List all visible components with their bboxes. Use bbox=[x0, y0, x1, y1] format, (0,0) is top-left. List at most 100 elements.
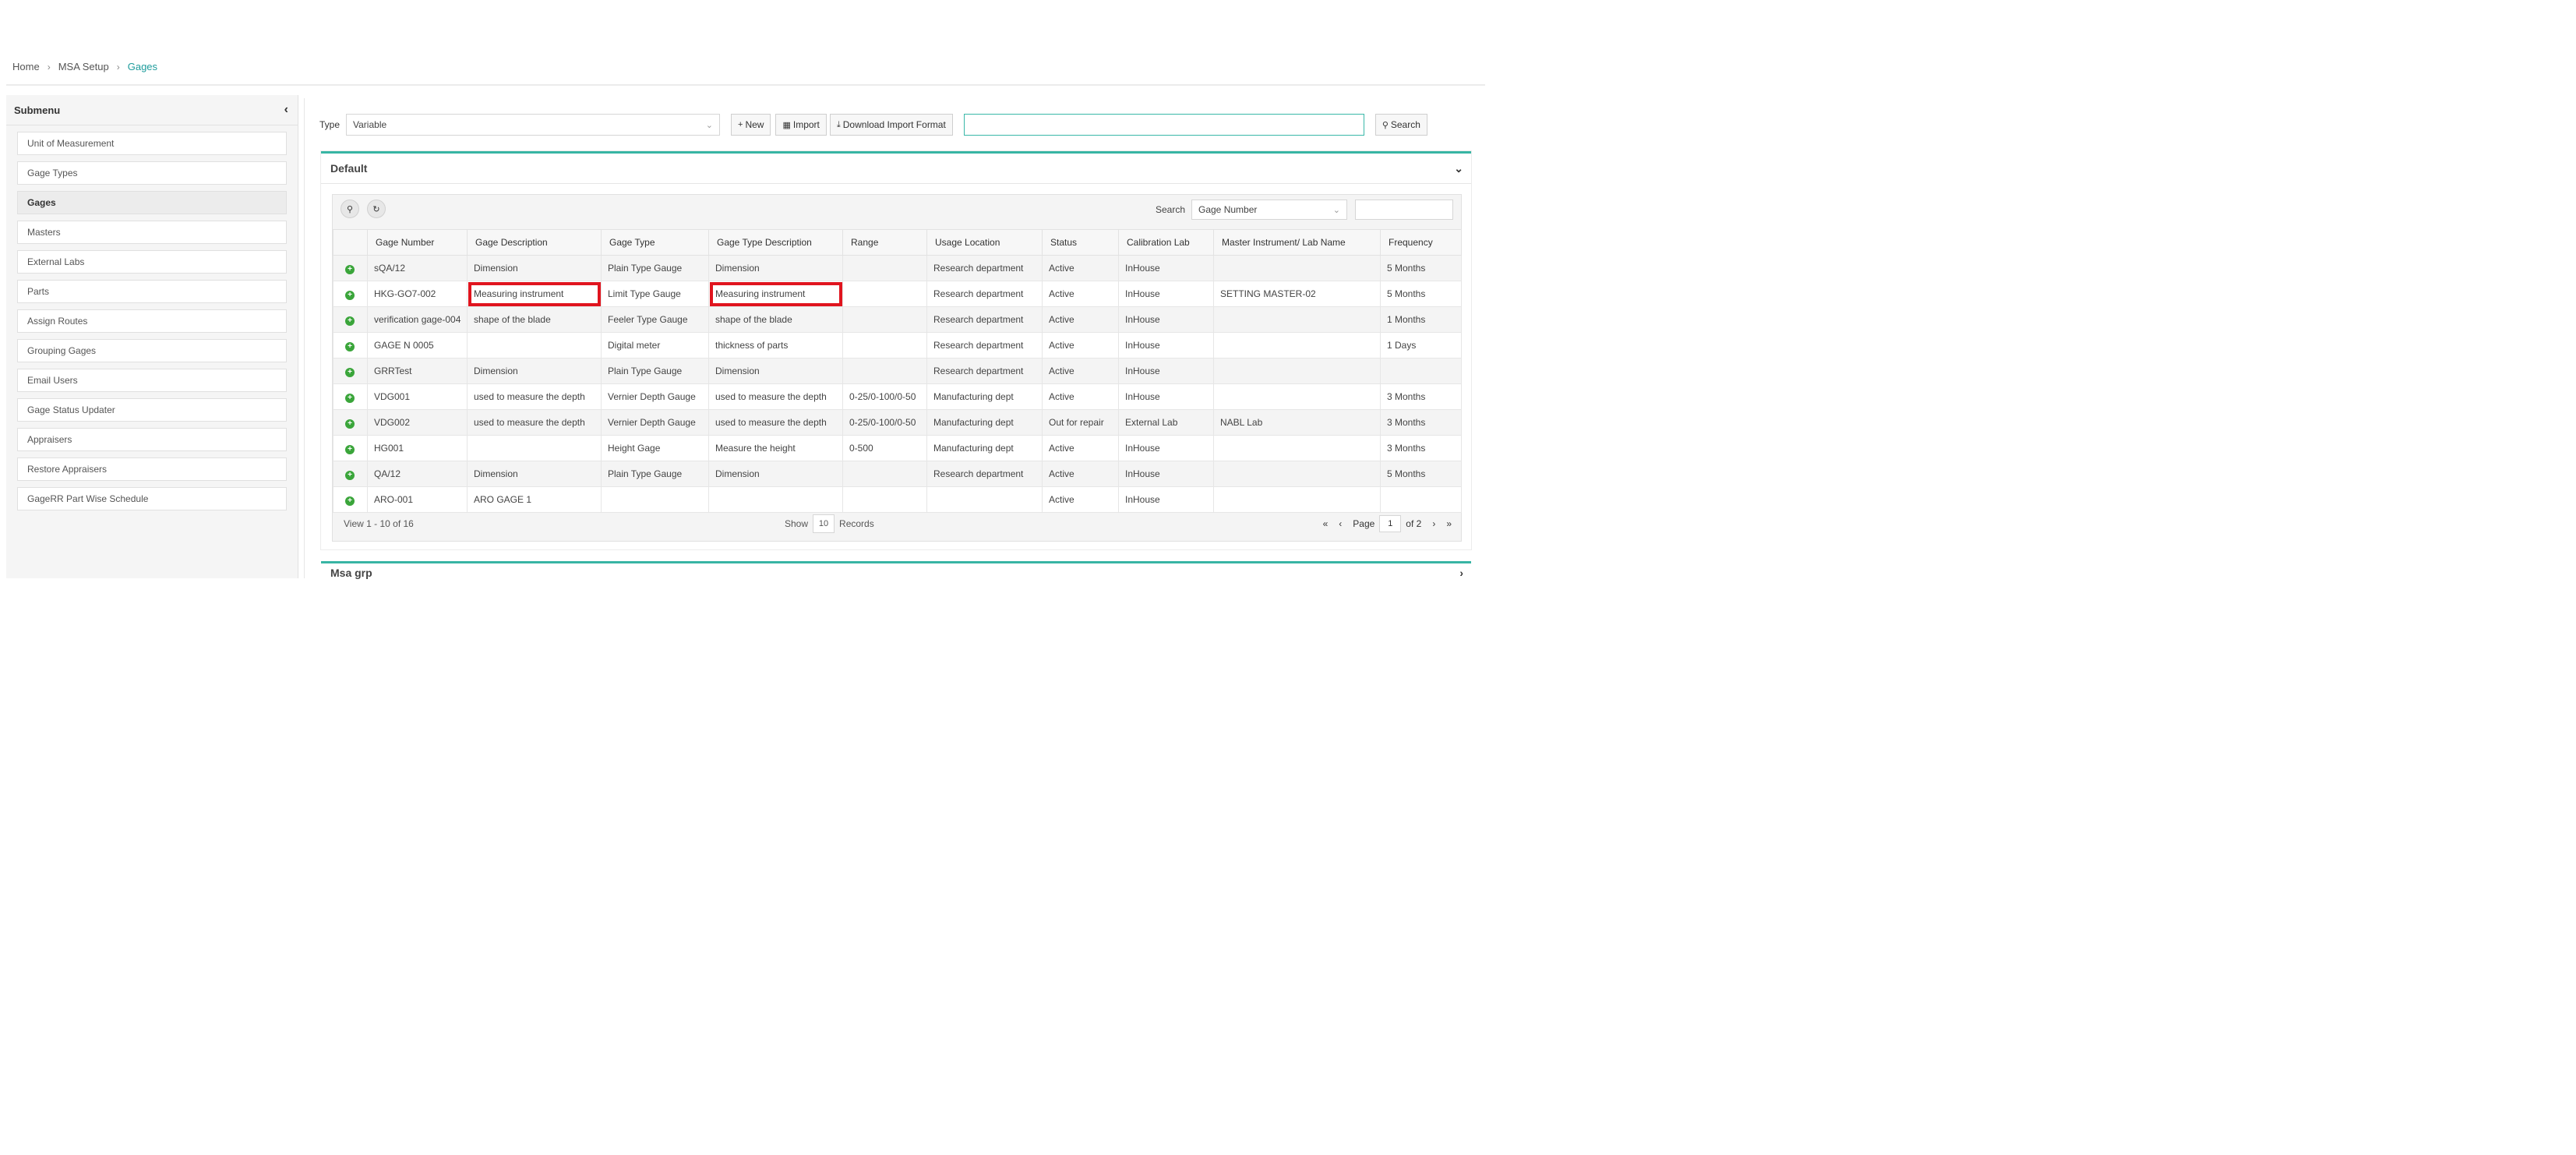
sidebar-item-masters[interactable]: Masters bbox=[17, 221, 287, 244]
sidebar-title: Submenu bbox=[14, 104, 61, 116]
add-circle-icon[interactable]: + bbox=[345, 341, 355, 351]
sidebar-item-grouping-gages[interactable]: Grouping Gages bbox=[17, 339, 287, 362]
download-import-format-button[interactable]: ⤓ Download Import Format bbox=[829, 114, 953, 136]
panel2-title: Msa grp bbox=[330, 567, 372, 579]
table-cell: Active bbox=[1042, 461, 1119, 487]
table-cell: 5 Months bbox=[1380, 255, 1462, 281]
panel2-header[interactable]: Msa grp › bbox=[321, 563, 1471, 582]
refresh-icon[interactable]: ↻ bbox=[367, 200, 386, 218]
import-button-label: Import bbox=[792, 119, 820, 130]
sidebar-item-restore-appraisers[interactable]: Restore Appraisers bbox=[17, 457, 287, 481]
table-cell: Research department bbox=[926, 306, 1043, 333]
add-circle-icon[interactable]: + bbox=[345, 470, 355, 480]
add-circle-icon[interactable]: + bbox=[345, 419, 355, 429]
gage-number-link[interactable]: VDG001 bbox=[367, 383, 468, 410]
grid-search-input[interactable] bbox=[1355, 200, 1453, 220]
table-cell: Research department bbox=[926, 358, 1043, 384]
sidebar-item-gage-status-updater[interactable]: Gage Status Updater bbox=[17, 398, 287, 422]
gage-number-link[interactable]: verification gage-004 bbox=[367, 306, 468, 333]
column-header-calibration-lab[interactable]: Calibration Lab bbox=[1118, 229, 1214, 256]
table-cell: Dimension bbox=[708, 358, 843, 384]
sidebar-item-gagerr-part-wise-schedule[interactable]: GageRR Part Wise Schedule bbox=[17, 487, 287, 510]
table-cell: Vernier Depth Gauge bbox=[601, 383, 709, 410]
table-cell: 3 Months bbox=[1380, 383, 1462, 410]
sidebar-item-gages[interactable]: Gages bbox=[17, 191, 287, 214]
grid-search-label: Search bbox=[1155, 204, 1185, 215]
table-cell bbox=[842, 358, 927, 384]
gage-number-link[interactable]: QA/12 bbox=[367, 461, 468, 487]
table-cell: Dimension bbox=[467, 358, 602, 384]
table-cell: used to measure the depth bbox=[708, 383, 843, 410]
next-page-icon[interactable]: › bbox=[1432, 518, 1435, 529]
table-cell: Research department bbox=[926, 461, 1043, 487]
table-cell: InHouse bbox=[1118, 435, 1214, 461]
table-cell bbox=[1213, 358, 1381, 384]
sidebar-item-email-users[interactable]: Email Users bbox=[17, 369, 287, 392]
gage-number-link[interactable]: sQA/12 bbox=[367, 255, 468, 281]
add-circle-icon[interactable]: + bbox=[345, 496, 355, 506]
table-cell: Manufacturing dept bbox=[926, 383, 1043, 410]
last-page-icon[interactable]: » bbox=[1446, 518, 1452, 529]
table-cell: 0-25/0-100/0-50 bbox=[842, 409, 927, 436]
table-cell: Plain Type Gauge bbox=[601, 255, 709, 281]
gage-number-link[interactable]: VDG002 bbox=[367, 409, 468, 436]
add-circle-icon[interactable]: + bbox=[345, 393, 355, 403]
type-select[interactable]: Variable ⌄ bbox=[346, 114, 721, 136]
sidebar-item-assign-routes[interactable]: Assign Routes bbox=[17, 309, 287, 333]
gage-number-link[interactable]: HG001 bbox=[367, 435, 468, 461]
chevron-down-icon[interactable]: ⌄ bbox=[1454, 162, 1463, 175]
chevron-left-icon[interactable]: ‹ bbox=[284, 103, 288, 117]
column-header-frequency[interactable]: Frequency bbox=[1380, 229, 1462, 256]
column-header-gage-description[interactable]: Gage Description bbox=[467, 229, 602, 256]
table-row: + QA/12 Dimension Plain Type Gauge Dimension… bbox=[333, 461, 1462, 487]
column-header-gage-type[interactable]: Gage Type bbox=[601, 229, 709, 256]
sidebar-item-appraisers[interactable]: Appraisers bbox=[17, 428, 287, 451]
table-cell bbox=[1213, 435, 1381, 461]
gage-number-link[interactable]: GAGE N 0005 bbox=[367, 332, 468, 359]
search-input[interactable] bbox=[963, 114, 1364, 136]
sidebar-item-parts[interactable]: Parts bbox=[17, 280, 287, 303]
column-header-usage-location[interactable]: Usage Location bbox=[926, 229, 1043, 256]
table-cell bbox=[842, 255, 927, 281]
page-input[interactable]: 1 bbox=[1379, 515, 1402, 532]
table-cell: 5 Months bbox=[1380, 461, 1462, 487]
breadcrumb-home[interactable]: Home bbox=[12, 61, 40, 72]
gage-number-link[interactable]: GRRTest bbox=[367, 358, 468, 384]
search-icon[interactable]: ⚲ bbox=[341, 200, 359, 218]
first-page-icon[interactable]: « bbox=[1323, 518, 1329, 529]
column-header-gage-number[interactable]: Gage Number bbox=[367, 229, 468, 256]
table-cell bbox=[842, 332, 927, 359]
add-circle-icon[interactable]: + bbox=[345, 290, 355, 300]
panel-header[interactable]: Default ⌄ bbox=[321, 154, 1471, 184]
add-circle-icon[interactable]: + bbox=[345, 367, 355, 377]
table-row: + VDG001 used to measure the depth Vernier … bbox=[333, 383, 1462, 410]
sidebar-item-unit-of-measurement[interactable]: Unit of Measurement bbox=[17, 132, 287, 155]
sidebar-item-gage-types[interactable]: Gage Types bbox=[17, 161, 287, 185]
new-button[interactable]: + New bbox=[731, 114, 771, 136]
table-row: + HKG-GO7-002 Measuring instrument Limit Ty… bbox=[333, 281, 1462, 307]
grid-search-field-select[interactable]: Gage Number ⌄ bbox=[1191, 200, 1347, 220]
msa-grp-panel: Msa grp › bbox=[321, 561, 1471, 582]
prev-page-icon[interactable]: ‹ bbox=[1339, 518, 1342, 529]
toolbar: Type Variable ⌄ + New ▦ Import ⤓ Downloa… bbox=[319, 112, 1427, 137]
add-circle-icon[interactable]: + bbox=[345, 444, 355, 454]
column-header-range[interactable]: Range bbox=[842, 229, 927, 256]
table-cell bbox=[467, 332, 602, 359]
sidebar-item-external-labs[interactable]: External Labs bbox=[17, 250, 287, 274]
gage-number-link[interactable]: HKG-GO7-002 bbox=[367, 281, 468, 307]
add-circle-icon[interactable]: + bbox=[345, 316, 355, 326]
table-cell: thickness of parts bbox=[708, 332, 843, 359]
table-cell: Research department bbox=[926, 281, 1043, 307]
search-button[interactable]: ⚲ Search bbox=[1374, 114, 1427, 136]
table-cell bbox=[842, 461, 927, 487]
page-size-select[interactable]: 10 bbox=[813, 514, 835, 533]
column-header-gage-type-description[interactable]: Gage Type Description bbox=[708, 229, 843, 256]
column-header-status[interactable]: Status bbox=[1042, 229, 1119, 256]
divider bbox=[6, 84, 1485, 86]
chevron-right-icon[interactable]: › bbox=[1459, 567, 1463, 579]
import-button[interactable]: ▦ Import bbox=[775, 114, 827, 136]
breadcrumb-msa-setup[interactable]: MSA Setup bbox=[58, 61, 109, 72]
column-header-expand[interactable] bbox=[333, 229, 368, 256]
add-circle-icon[interactable]: + bbox=[345, 264, 355, 274]
column-header-master-instrument-lab-name[interactable]: Master Instrument/ Lab Name bbox=[1213, 229, 1381, 256]
